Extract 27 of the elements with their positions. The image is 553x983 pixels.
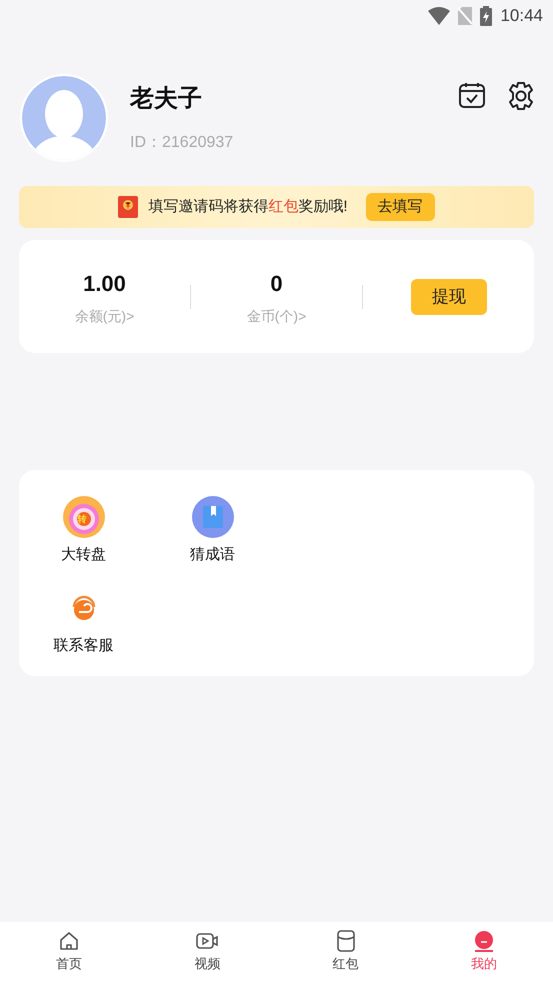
video-icon xyxy=(196,930,218,952)
calendar-check-icon[interactable] xyxy=(459,82,485,108)
home-icon xyxy=(58,930,80,952)
balance-value: 1.00 xyxy=(83,270,126,298)
fill-in-button[interactable]: 去填写 xyxy=(366,193,435,221)
withdraw-button[interactable]: 提现 xyxy=(411,278,487,314)
user-icon xyxy=(472,930,495,952)
user-name: 老夫子 xyxy=(130,84,203,114)
wifi-icon xyxy=(428,7,450,25)
tool-item[interactable]: 转 大转盘 xyxy=(19,496,148,566)
tool-item[interactable]: 联系客服 xyxy=(19,586,148,657)
nav-tab[interactable]: 视频 xyxy=(138,922,276,983)
money-envelope-icon xyxy=(118,196,138,218)
envelope-icon xyxy=(334,930,357,952)
battery-icon xyxy=(480,6,492,26)
nav-tab[interactable]: 我的 xyxy=(414,922,553,983)
no-sim-icon xyxy=(458,7,472,25)
prize-wheel-icon: 转 xyxy=(62,496,104,538)
nav-tab[interactable]: 红包 xyxy=(276,922,415,983)
status-time: 10:44 xyxy=(500,5,543,28)
settings-icon[interactable] xyxy=(507,82,535,110)
tool-item[interactable]: 猜成语 xyxy=(148,496,277,566)
balance-value: 0 xyxy=(270,270,283,298)
book-icon xyxy=(192,496,234,538)
nav-tab[interactable]: 首页 xyxy=(0,922,138,983)
invite-message: 填写邀请码将获得红包奖励哦! xyxy=(148,196,348,217)
user-id: ID：21620937 xyxy=(130,133,234,153)
